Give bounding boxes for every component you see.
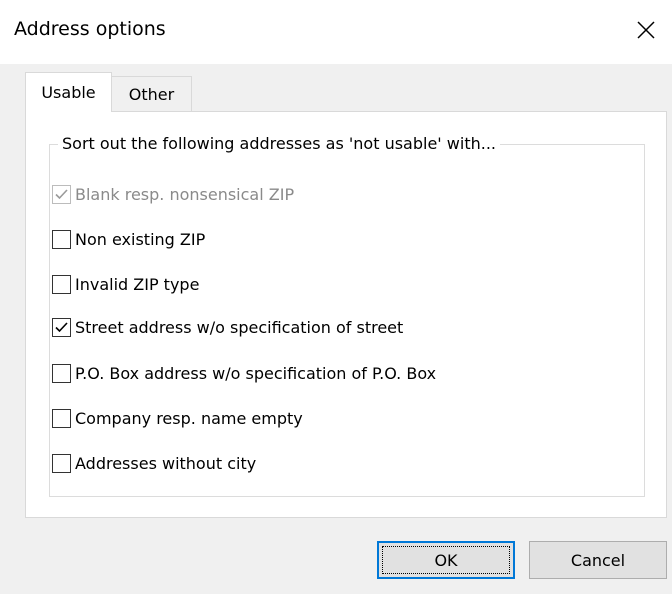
ok-button[interactable]: OK bbox=[377, 541, 515, 579]
checkbox-label: Street address w/o specification of stre… bbox=[75, 317, 404, 337]
dialog-title: Address options bbox=[14, 18, 166, 40]
cancel-button[interactable]: Cancel bbox=[529, 541, 667, 579]
checkbox-addresses-without-city[interactable]: Addresses without city bbox=[52, 451, 256, 475]
checkbox-po-box-without-po-box[interactable]: P.O. Box address w/o specification of P.… bbox=[52, 361, 436, 385]
checkbox-label: Blank resp. nonsensical ZIP bbox=[75, 184, 295, 204]
close-icon bbox=[637, 21, 655, 39]
checkbox-icon bbox=[52, 229, 71, 249]
checkbox-label: Invalid ZIP type bbox=[75, 274, 200, 294]
tab-usable[interactable]: Usable bbox=[25, 72, 112, 112]
checkbox-icon bbox=[52, 184, 71, 204]
checkbox-label: Company resp. name empty bbox=[75, 408, 303, 428]
group-box-legend: Sort out the following addresses as 'not… bbox=[58, 134, 500, 153]
checkbox-non-existing-zip[interactable]: Non existing ZIP bbox=[52, 227, 205, 251]
tab-other[interactable]: Other bbox=[111, 76, 192, 112]
checkbox-invalid-zip-type[interactable]: Invalid ZIP type bbox=[52, 272, 199, 296]
checkbox-icon bbox=[52, 274, 71, 294]
checkbox-icon bbox=[52, 408, 71, 428]
focus-ring bbox=[382, 546, 510, 574]
checkbox-label: Non existing ZIP bbox=[75, 229, 206, 249]
checkbox-label: Addresses without city bbox=[75, 453, 257, 473]
close-button[interactable] bbox=[626, 10, 666, 50]
checkbox-company-name-empty[interactable]: Company resp. name empty bbox=[52, 406, 303, 430]
cancel-button-label: Cancel bbox=[570, 550, 626, 570]
checkbox-icon bbox=[52, 453, 71, 473]
title-bar: Address options bbox=[0, 0, 672, 64]
checkbox-icon bbox=[52, 317, 71, 337]
checkbox-icon bbox=[52, 363, 71, 383]
checkbox-street-without-street[interactable]: Street address w/o specification of stre… bbox=[52, 315, 403, 339]
checkbox-label: P.O. Box address w/o specification of P.… bbox=[75, 363, 437, 383]
checkbox-blank-nonsensical-zip[interactable]: Blank resp. nonsensical ZIP bbox=[52, 182, 294, 206]
